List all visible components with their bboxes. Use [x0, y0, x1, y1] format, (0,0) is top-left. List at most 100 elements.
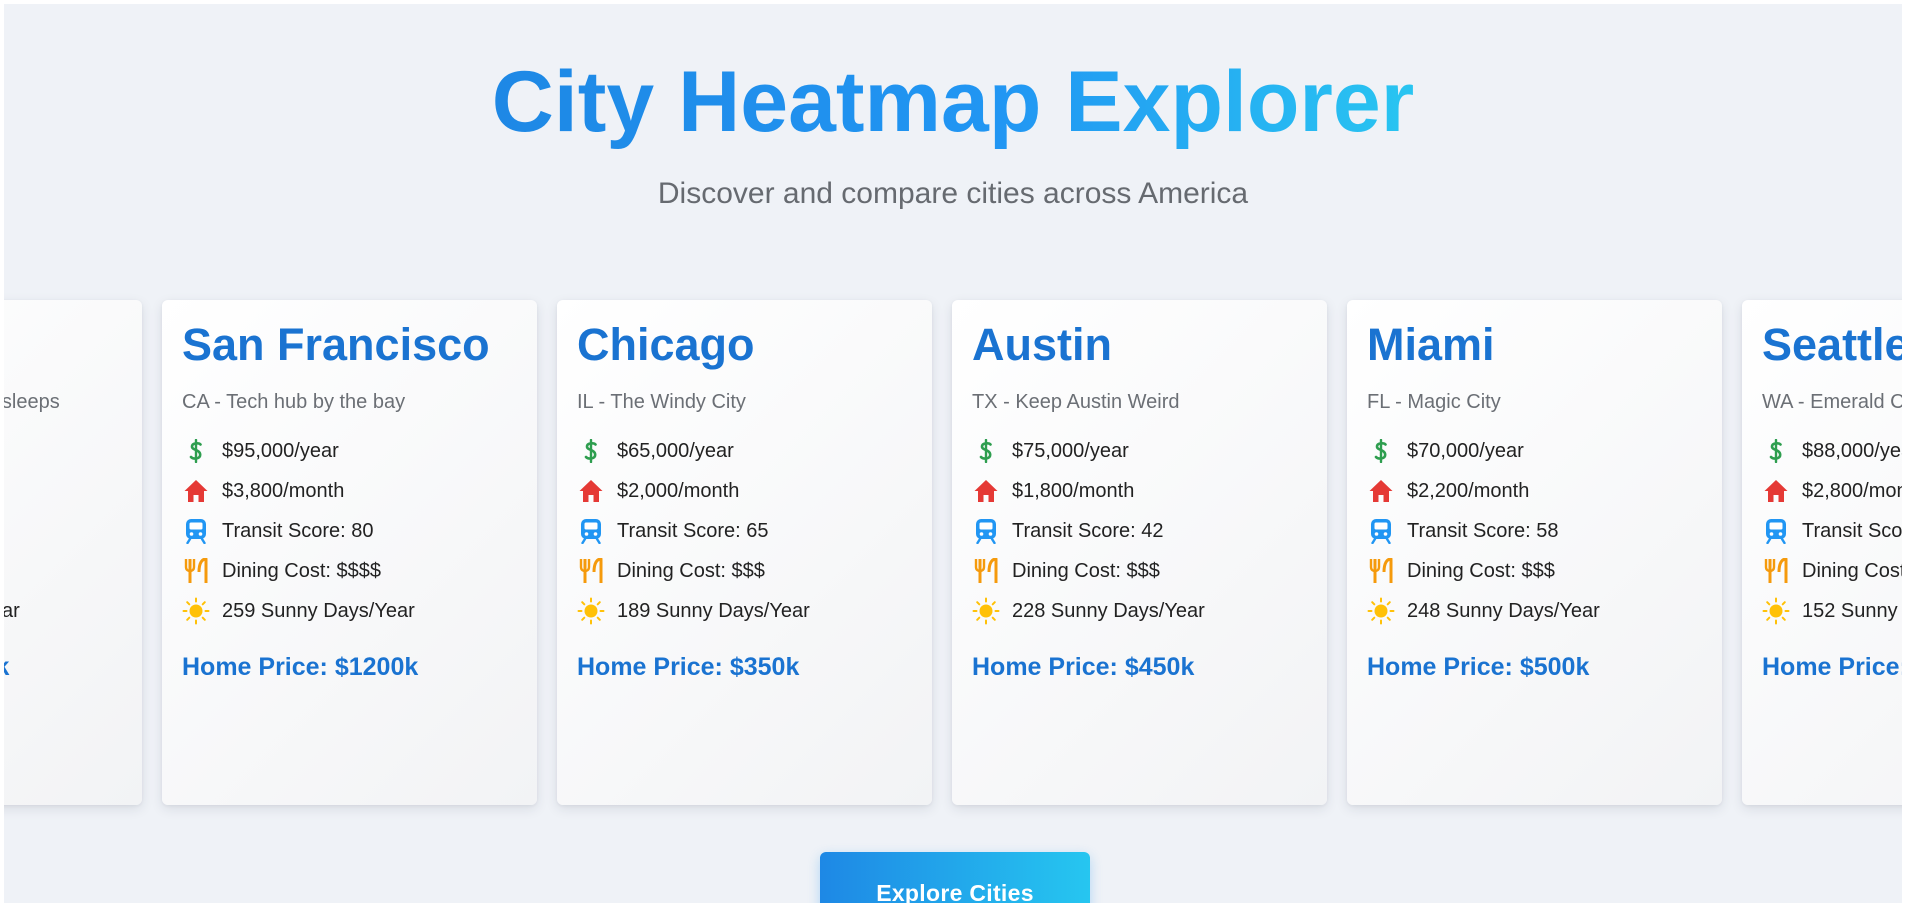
page-subtitle: Discover and compare cities across Ameri…	[657, 177, 1249, 210]
stat-dining: Dining Cost: $$$$	[4, 551, 122, 591]
stat-rent-text: $1,800/month	[1012, 479, 1135, 502]
city-card[interactable]: Seattle WA - Emerald City $88,000/year $2,8…	[1742, 300, 1902, 805]
stat-transit-text: Transit Score: 58	[1407, 519, 1559, 542]
stat-rent: $1,800/month	[972, 471, 1307, 511]
stat-sunny-text: 248 Sunny Days/Year	[1407, 599, 1600, 622]
stat-sunny-text: 189 Sunny Days/Year	[617, 599, 810, 622]
sun-icon	[972, 597, 1000, 625]
city-card[interactable]: Austin TX - Keep Austin Weird $75,000/year…	[952, 300, 1327, 805]
stat-dining-text: Dining Cost: $$$	[1407, 559, 1555, 582]
stat-transit: Transit Score: 89	[4, 511, 122, 551]
stat-rent: $2,200/month	[1367, 471, 1702, 511]
city-stats: $65,000/year $2,000/month Transit Score: 6…	[577, 431, 912, 631]
stat-salary-text: $95,000/year	[222, 439, 339, 462]
dollar-icon	[577, 437, 605, 465]
stat-rent-text: $3,800/month	[222, 479, 345, 502]
city-stats: $88,000/year $2,800/month Transit Score: 7…	[1762, 431, 1902, 631]
stat-transit: Transit Score: 58	[1367, 511, 1702, 551]
stat-transit-text: Transit Score: 65	[617, 519, 769, 542]
stat-sunny-text: 228 Sunny Days/Year	[1012, 599, 1205, 622]
city-name: New York	[4, 318, 122, 372]
utensils-icon	[577, 557, 605, 585]
train-icon	[182, 517, 210, 545]
stat-salary-text: $88,000/year	[1802, 439, 1902, 462]
city-stats: $95,000/year $3,800/month Transit Score: 8…	[182, 431, 517, 631]
stat-transit: Transit Score: 42	[972, 511, 1307, 551]
city-name: Chicago	[577, 319, 755, 370]
stat-transit-text: Transit Score: 42	[1012, 519, 1164, 542]
city-name: San Francisco	[182, 319, 490, 370]
train-icon	[577, 517, 605, 545]
stat-salary-text: $75,000/year	[1012, 439, 1129, 462]
page-title: City Heatmap Explorer	[491, 54, 1415, 150]
city-stats: $75,000/year $1,800/month Transit Score: 4…	[972, 431, 1307, 631]
city-card[interactable]: Chicago IL - The Windy City $65,000/year $2…	[557, 300, 932, 805]
city-tagline: TX - Keep Austin Weird	[972, 391, 1180, 413]
home-icon	[1367, 477, 1395, 505]
city-card[interactable]: Miami FL - Magic City $70,000/year $2,200/m…	[1347, 300, 1722, 805]
stat-salary: $95,000/year	[182, 431, 517, 471]
stat-salary: $65,000/year	[577, 431, 912, 471]
train-icon	[1762, 517, 1790, 545]
stat-rent: $2,800/month	[1762, 471, 1902, 511]
stat-rent: $3,800/month	[182, 471, 517, 511]
city-carousel[interactable]: New York NY - The city that never sleeps $…	[4, 300, 1902, 805]
stat-dining: Dining Cost: $$$	[972, 551, 1307, 591]
utensils-icon	[972, 557, 1000, 585]
stat-salary: $75,000/year	[972, 431, 1307, 471]
city-stats: $70,000/year $2,200/month Transit Score: 5…	[1367, 431, 1702, 631]
stat-dining: Dining Cost: $$$	[577, 551, 912, 591]
explore-cities-button[interactable]: Explore Cities	[820, 852, 1090, 903]
home-price: Home Price: $350k	[577, 653, 800, 681]
page: City Heatmap Explorer Discover and compa…	[4, 4, 1902, 903]
stat-sunny: 224 Sunny Days/Year	[4, 591, 122, 631]
stat-dining-text: Dining Cost: $$$$	[222, 559, 381, 582]
home-icon	[972, 477, 1000, 505]
stat-dining: Dining Cost: $$$	[1762, 551, 1902, 591]
dollar-icon	[182, 437, 210, 465]
home-icon	[182, 477, 210, 505]
city-stats: $85,000/year$3,500/monthTransit Score: 8…	[4, 431, 122, 631]
stat-transit: Transit Score: 73	[1762, 511, 1902, 551]
stat-sunny: 248 Sunny Days/Year	[1367, 591, 1702, 631]
stat-salary: $85,000/year	[4, 431, 122, 471]
city-tagline: WA - Emerald City	[1762, 391, 1902, 413]
utensils-icon	[1762, 557, 1790, 585]
city-tagline: IL - The Windy City	[577, 391, 746, 413]
dollar-icon	[972, 437, 1000, 465]
stat-dining-text: Dining Cost: $$$	[1802, 559, 1902, 582]
stat-rent-text: $2,200/month	[1407, 479, 1530, 502]
stat-salary: $70,000/year	[1367, 431, 1702, 471]
utensils-icon	[1367, 557, 1395, 585]
home-price: Home Price: $1200k	[182, 653, 419, 681]
city-name: Miami	[1367, 319, 1495, 370]
stat-dining: Dining Cost: $$$	[1367, 551, 1702, 591]
home-icon	[577, 477, 605, 505]
stat-rent-text: $2,000/month	[617, 479, 740, 502]
city-tagline: NY - The city that never sleeps	[4, 391, 60, 413]
stat-sunny: 228 Sunny Days/Year	[972, 591, 1307, 631]
home-price: Home Price: $450k	[972, 653, 1195, 681]
stat-sunny: 189 Sunny Days/Year	[577, 591, 912, 631]
home-icon	[1762, 477, 1790, 505]
stat-salary-text: $65,000/year	[617, 439, 734, 462]
stat-rent: $2,000/month	[577, 471, 912, 511]
home-price: Home Price: $800k	[4, 653, 122, 682]
stat-sunny-text: 224 Sunny Days/Year	[4, 599, 20, 622]
sun-icon	[1367, 597, 1395, 625]
stat-dining-text: Dining Cost: $$$	[1012, 559, 1160, 582]
home-price: Home Price: $500k	[1367, 653, 1590, 681]
stat-rent: $3,500/month	[4, 471, 122, 511]
stat-transit-text: Transit Score: 80	[222, 519, 374, 542]
home-price: Home Price: $750k	[1762, 653, 1902, 681]
city-name: Austin	[972, 319, 1112, 370]
utensils-icon	[182, 557, 210, 585]
city-tagline: FL - Magic City	[1367, 391, 1501, 413]
stat-transit: Transit Score: 65	[577, 511, 912, 551]
city-card[interactable]: New York NY - The city that never sleeps $…	[4, 300, 142, 805]
stat-transit-text: Transit Score: 73	[1802, 519, 1902, 542]
dollar-icon	[1762, 437, 1790, 465]
city-name: Seattle	[1762, 319, 1902, 370]
city-card[interactable]: San Francisco CA - Tech hub by the bay $95…	[162, 300, 537, 805]
train-icon	[1367, 517, 1395, 545]
